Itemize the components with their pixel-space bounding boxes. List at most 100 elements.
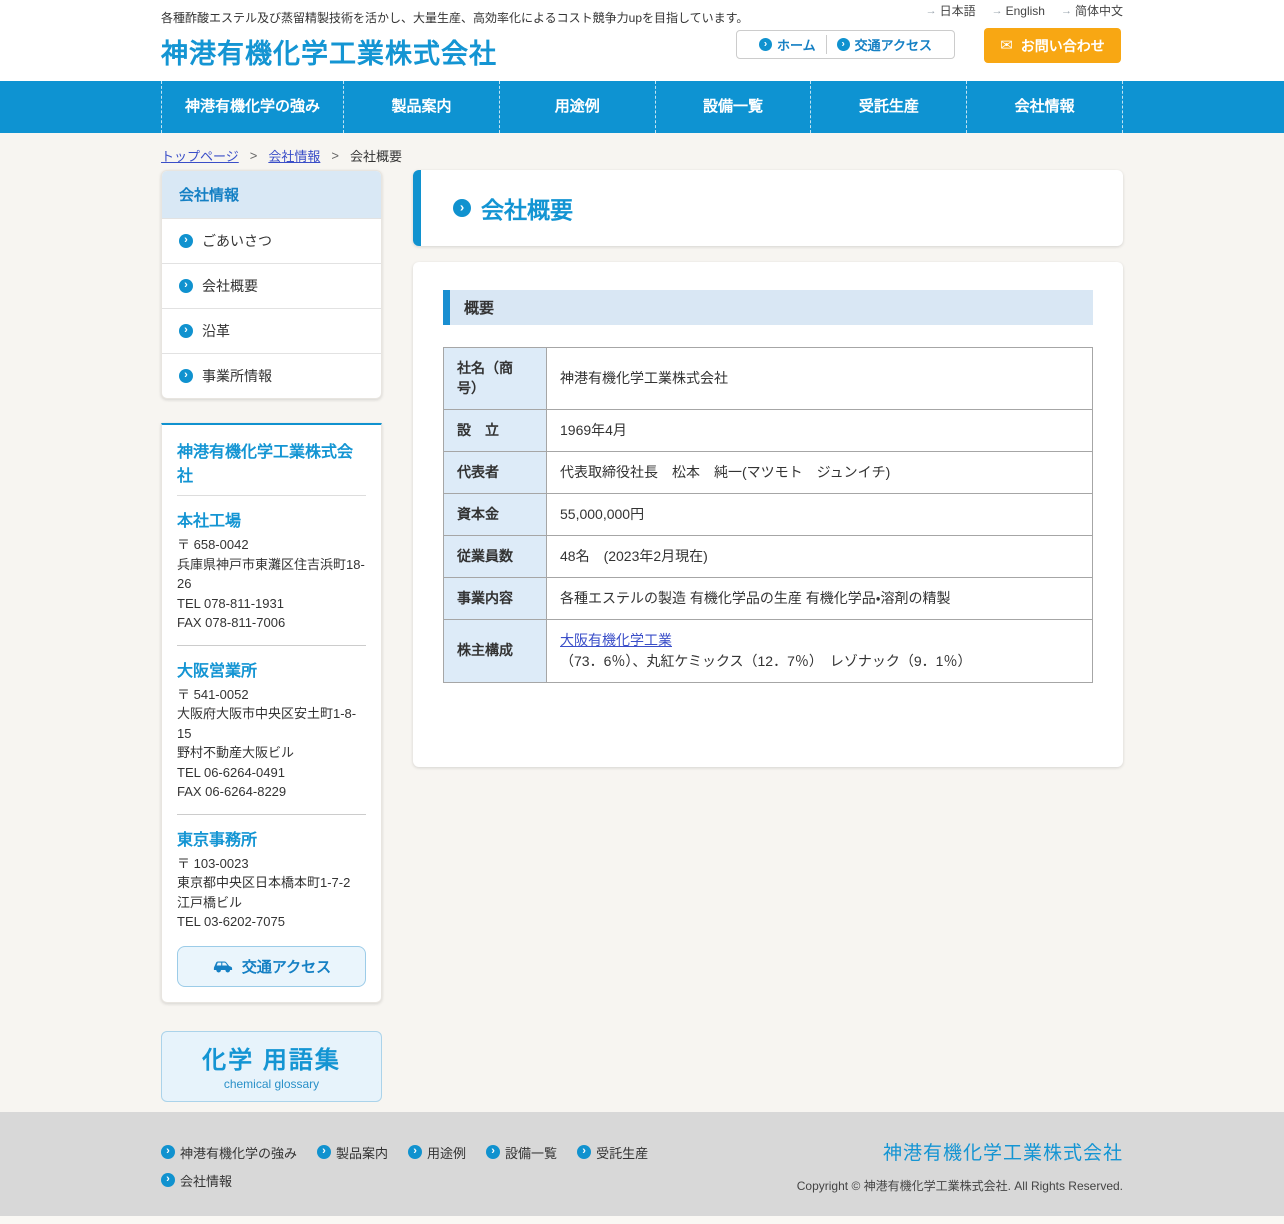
- nav-item-strengths[interactable]: 神港有機化学の強み: [161, 81, 343, 133]
- envelope-icon: ✉: [1000, 37, 1013, 54]
- footer-copyright: Copyright © 神港有機化学工業株式会社. All Rights Res…: [796, 1178, 1123, 1193]
- row-label: 代表者: [443, 450, 547, 494]
- lang-chinese[interactable]: → 简体中文: [1061, 2, 1123, 19]
- arrow-right-icon: →: [991, 4, 1003, 17]
- glossary-subtitle: chemical glossary: [223, 1076, 320, 1091]
- nav-item-contract[interactable]: 受託生産: [810, 81, 966, 133]
- breadcrumb-separator: >: [249, 148, 258, 163]
- contact-button-label: お問い合わせ: [1020, 37, 1105, 54]
- office-address: 兵庫県神戸市東灘区住吉浜町18-26: [177, 556, 365, 592]
- nav-item-applications[interactable]: 用途例: [498, 81, 655, 133]
- row-label: 設 立: [443, 408, 547, 452]
- home-link[interactable]: ホーム: [749, 35, 826, 54]
- footer-nav-label: 製品案内: [336, 1145, 389, 1161]
- circle-arrow-icon: [161, 1145, 175, 1159]
- glossary-title: 化学 用語集: [202, 1046, 341, 1074]
- sidebar-menu: 会社情報 ごあいさつ 会社概要 沿革 事業所情報: [161, 170, 382, 399]
- footer-nav-company[interactable]: 会社情報: [161, 1171, 232, 1190]
- access-link[interactable]: 交通アクセス: [825, 35, 942, 54]
- circle-arrow-icon: [836, 38, 850, 51]
- table-row-established: 設 立 1969年4月: [443, 408, 1093, 452]
- glossary-banner[interactable]: 化学 用語集 chemical glossary: [161, 1030, 382, 1102]
- table-row-representative: 代表者 代表取締役社長 松本 純一(マツモト ジュンイチ): [443, 450, 1093, 494]
- header-tagline: 各種酢酸エステル及び蒸留精製技術を活かし、大量生産、高効率化によるコスト競争力u…: [161, 11, 749, 25]
- circle-arrow-icon: [179, 324, 193, 338]
- sidebar-item-overview[interactable]: 会社概要: [162, 263, 381, 308]
- row-value: 1969年4月: [546, 408, 1093, 452]
- site-footer: 神港有機化学の強み 製品案内 用途例 設備一覧 受託生産 会社情報 神港有機化学…: [0, 1111, 1284, 1216]
- footer-nav-equipment[interactable]: 設備一覧: [486, 1143, 557, 1162]
- table-row-business: 事業内容 各種エステルの製造 有機化学品の生産 有機化学品・溶剤の精製: [443, 576, 1093, 620]
- row-label: 株主構成: [443, 618, 547, 683]
- divider: [177, 644, 366, 646]
- sidebar-item-history[interactable]: 沿革: [162, 308, 381, 353]
- bottom-strip: [0, 1215, 1284, 1224]
- office-postal: 〒 103-0023: [177, 855, 249, 871]
- row-value: 48名 (2023年2月現在): [546, 534, 1093, 578]
- footer-nav-strengths[interactable]: 神港有機化学の強み: [161, 1143, 297, 1162]
- sidebar-item-label: 会社概要: [202, 278, 258, 294]
- breadcrumb-home[interactable]: トップページ: [161, 146, 239, 165]
- divider: [177, 813, 366, 815]
- footer-nav-applications[interactable]: 用途例: [408, 1143, 466, 1162]
- footer-nav-label: 会社情報: [180, 1173, 233, 1189]
- table-row-name: 社名（商号） 神港有機化学工業株式会社: [443, 347, 1093, 410]
- section-heading: 概要: [443, 290, 1093, 325]
- nav-item-equipment[interactable]: 設備一覧: [654, 81, 811, 133]
- footer-nav-products[interactable]: 製品案内: [317, 1143, 388, 1162]
- footer-nav-label: 神港有機化学の強み: [180, 1145, 298, 1161]
- office-tel: TEL 078-811-1931: [177, 595, 284, 611]
- site-header: 各種酢酸エステル及び蒸留精製技術を活かし、大量生産、高効率化によるコスト競争力u…: [0, 0, 1284, 81]
- sidebar-item-greeting[interactable]: ごあいさつ: [162, 218, 381, 263]
- main-content: 会社概要 概要 社名（商号） 神港有機化学工業株式会社 設 立 1969年4月: [413, 170, 1123, 1102]
- office-head-factory: 本社工場 〒 658-0042 兵庫県神戸市東灘区住吉浜町18-26 TEL 0…: [177, 507, 366, 633]
- breadcrumb-section[interactable]: 会社情報: [268, 146, 320, 165]
- circle-arrow-icon: [759, 38, 773, 51]
- footer-nav-label: 設備一覧: [505, 1145, 558, 1161]
- row-label: 従業員数: [443, 534, 547, 578]
- company-info-table: 社名（商号） 神港有機化学工業株式会社 設 立 1969年4月 代表者 代表取締…: [443, 347, 1093, 683]
- circle-arrow-icon: [179, 234, 193, 248]
- language-switcher: → 日本語 → English → 简体中文: [926, 2, 1123, 19]
- breadcrumb-separator: >: [331, 148, 339, 163]
- site-title[interactable]: 神港有機化学工業株式会社: [161, 32, 497, 71]
- circle-arrow-icon: [179, 279, 193, 293]
- circle-arrow-icon: [453, 199, 471, 217]
- row-value: 55,000,000円: [546, 492, 1093, 536]
- circle-arrow-icon: [317, 1145, 332, 1159]
- arrow-right-icon: →: [1060, 4, 1072, 17]
- office-name[interactable]: 本社工場: [177, 507, 366, 531]
- access-link-label: 交通アクセス: [854, 38, 932, 53]
- sidebar-item-offices[interactable]: 事業所情報: [162, 353, 381, 398]
- row-value: 代表取締役社長 松本 純一(マツモト ジュンイチ): [546, 450, 1093, 494]
- office-name[interactable]: 東京事務所: [177, 826, 366, 850]
- office-address: 大阪府大阪市中央区安土町1-8-15: [177, 706, 357, 741]
- shareholder-link[interactable]: 大阪有機化学工業: [560, 632, 672, 648]
- lang-label: English: [1005, 3, 1045, 18]
- office-postal: 〒 541-0052: [177, 686, 249, 702]
- nav-item-products[interactable]: 製品案内: [343, 81, 499, 133]
- company-overview-card: 概要 社名（商号） 神港有機化学工業株式会社 設 立 1969年4月 代表者 代…: [413, 262, 1123, 767]
- lang-english[interactable]: → English: [992, 2, 1045, 19]
- table-row-shareholders: 株主構成 大阪有機化学工業 （73．6％）、丸紅ケミックス（12．7％） レゾナッ…: [443, 618, 1093, 683]
- office-name[interactable]: 大阪営業所: [177, 657, 366, 681]
- contact-button[interactable]: ✉ お問い合わせ: [984, 28, 1121, 63]
- footer-nav-contract[interactable]: 受託生産: [577, 1143, 648, 1162]
- circle-arrow-icon: [486, 1145, 501, 1159]
- office-building: 野村不動産大阪ビル: [177, 745, 295, 760]
- page-title-card: 会社概要: [413, 170, 1123, 246]
- nav-item-company[interactable]: 会社情報: [966, 81, 1123, 133]
- lang-label: 日本語: [939, 4, 976, 18]
- office-tokyo: 東京事務所 〒 103-0023 東京都中央区日本橋本町1-7-2 江戸橋ビル …: [177, 826, 366, 932]
- car-icon: [212, 959, 234, 973]
- footer-nav-label: 用途例: [427, 1145, 467, 1161]
- traffic-access-button[interactable]: 交通アクセス: [177, 945, 366, 987]
- circle-arrow-icon: [408, 1145, 423, 1159]
- home-link-label: ホーム: [777, 38, 816, 53]
- office-fax: FAX 078-811-7006: [177, 615, 286, 630]
- footer-company-name: 神港有機化学工業株式会社: [882, 1142, 1123, 1164]
- header-quick-links: ホーム 交通アクセス: [736, 30, 955, 59]
- lang-japanese[interactable]: → 日本語: [926, 2, 976, 19]
- sidebar-item-label: ごあいさつ: [202, 233, 272, 249]
- office-tel: TEL 06-6264-0491: [177, 764, 285, 780]
